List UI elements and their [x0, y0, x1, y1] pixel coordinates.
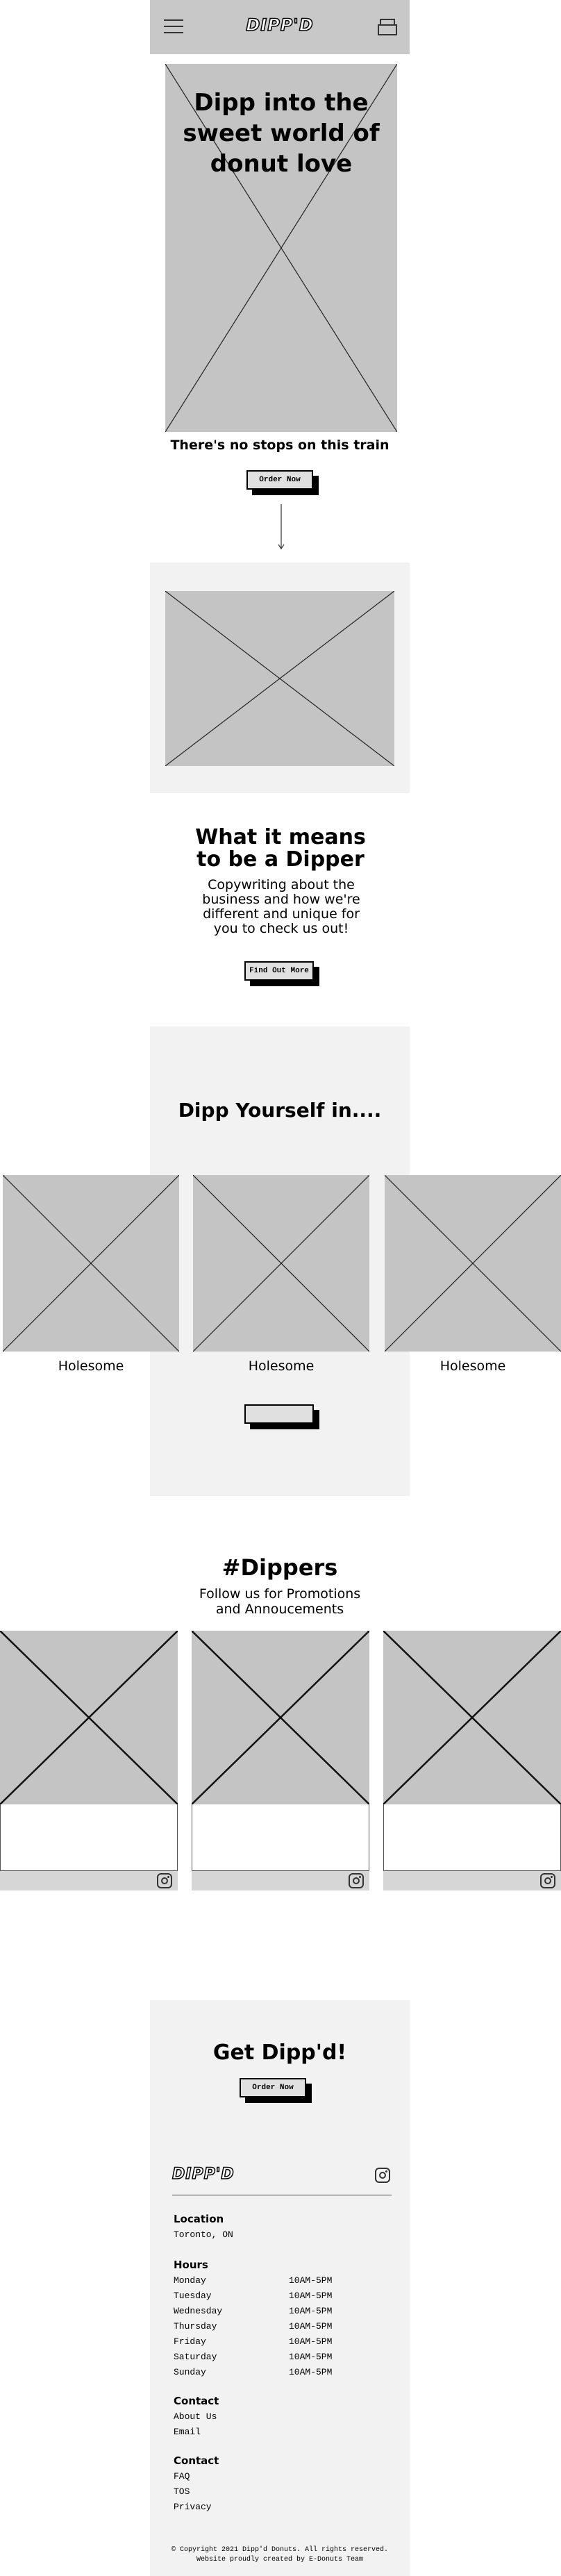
flavour-image-2[interactable] [193, 1175, 369, 1352]
social-card-2[interactable] [192, 1631, 369, 1891]
instagram-icon[interactable] [157, 1873, 172, 1888]
about-body: Copywriting about the business and how w… [202, 877, 360, 936]
social-card-1[interactable] [0, 1631, 178, 1891]
hours-day: Wednesday [174, 2306, 223, 2316]
about-us-link[interactable]: About Us [174, 2411, 217, 2422]
hero-title: Dipp into the sweet world of donut love [183, 89, 380, 178]
find-out-more-button[interactable]: Find Out More [244, 961, 314, 981]
instagram-icon[interactable] [349, 1873, 364, 1888]
hours-time: 10AM-5PM [289, 2352, 333, 2362]
location-text: Toronto, ON [174, 2229, 233, 2240]
footer-logo[interactable]: DIPP'D [171, 2165, 235, 2184]
feature-image [165, 591, 394, 766]
hours-heading: Hours [174, 2259, 208, 2271]
social-title: #Dippers [221, 1554, 338, 1581]
hours-time: 10AM-5PM [289, 2336, 333, 2347]
flavour-image-1[interactable] [3, 1175, 179, 1352]
get-order-now-button[interactable]: Order Now [240, 2078, 306, 2097]
contact2-heading: Contact [174, 2454, 219, 2467]
hours-time: 10AM-5PM [289, 2291, 333, 2301]
hours-day: Tuesday [174, 2291, 212, 2301]
email-link[interactable]: Email [174, 2427, 201, 2437]
credit: Website proudly created by E-Donuts Team [196, 2556, 364, 2563]
hours-day: Saturday [174, 2352, 217, 2362]
privacy-link[interactable]: Privacy [174, 2502, 212, 2512]
tos-link[interactable]: TOS [174, 2486, 190, 2497]
social-subtitle: Follow us for Promotions and Annoucement… [199, 1586, 361, 1617]
instagram-icon[interactable] [375, 2168, 390, 2183]
hours-day: Monday [174, 2275, 206, 2286]
location-heading: Location [174, 2213, 224, 2225]
hours-time: 10AM-5PM [289, 2275, 333, 2286]
flavours-button[interactable] [244, 1404, 314, 1424]
order-now-button[interactable]: Order Now [246, 470, 313, 490]
flavours-title: Dipp Yourself in.... [178, 1099, 382, 1122]
arrow-down-icon[interactable] [274, 504, 288, 550]
hamburger-menu-icon[interactable] [164, 19, 183, 33]
hours-day: Thursday [174, 2321, 217, 2332]
social-card-3[interactable] [383, 1631, 561, 1891]
header-logo[interactable]: DIPP'D [242, 15, 318, 35]
contact-heading: Contact [174, 2395, 219, 2407]
hours-day: Friday [174, 2336, 206, 2347]
get-title: Get Dipp'd! [212, 2041, 347, 2065]
faq-link[interactable]: FAQ [174, 2471, 190, 2482]
hours-day: Sunday [174, 2367, 206, 2377]
copyright: © Copyright 2021 Dipp'd Donuts. All righ… [171, 2546, 389, 2554]
flavour-label: Holesome [248, 1358, 315, 1374]
flavour-label: Holesome [58, 1358, 124, 1374]
instagram-icon[interactable] [540, 1873, 555, 1888]
hours-time: 10AM-5PM [289, 2306, 333, 2316]
flavour-image-3[interactable] [385, 1175, 561, 1352]
about-title: What it means to be a Dipper [195, 825, 366, 872]
hero-subtitle: There's no stops on this train [170, 438, 390, 453]
flavour-label: Holesome [439, 1358, 506, 1374]
site-header: DIPP'D [150, 0, 410, 54]
donut-box-icon[interactable] [378, 19, 397, 35]
hours-time: 10AM-5PM [289, 2367, 333, 2377]
hours-time: 10AM-5PM [289, 2321, 333, 2332]
